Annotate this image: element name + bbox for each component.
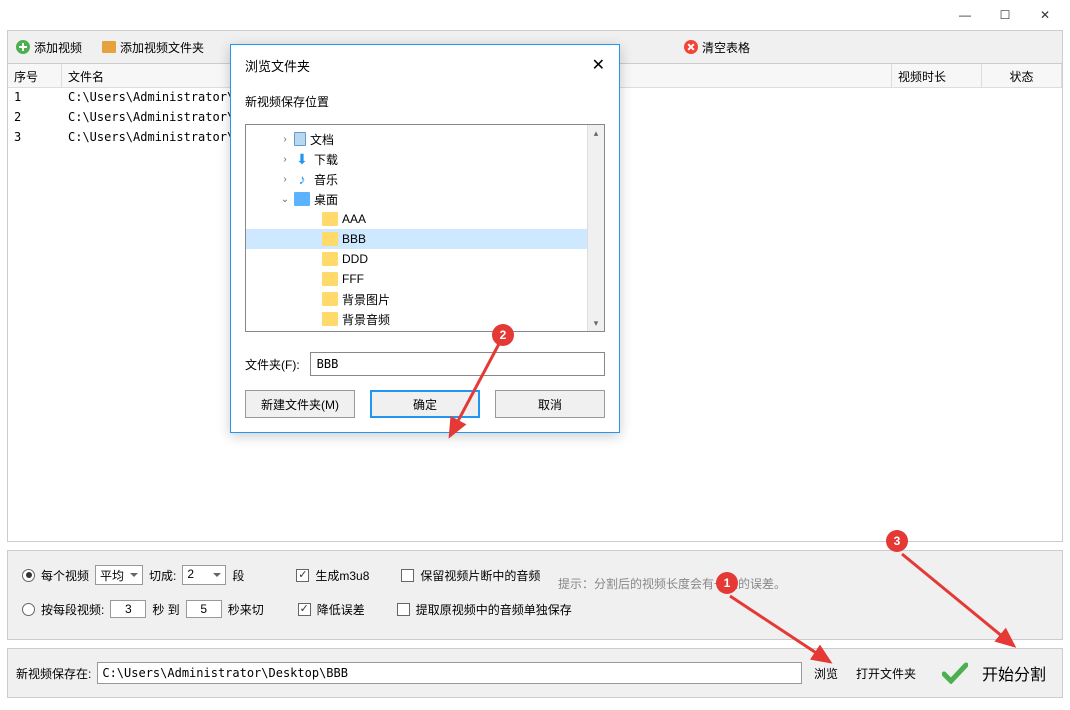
folder-icon <box>322 232 338 246</box>
new-folder-button[interactable]: 新建文件夹(M) <box>245 390 355 418</box>
segment-count-select[interactable]: 2 <box>182 565 226 585</box>
ok-button[interactable]: 确定 <box>370 390 480 418</box>
desktop-icon <box>294 192 310 206</box>
badge-3: 3 <box>886 530 908 552</box>
tree-label: DDD <box>342 252 368 266</box>
mode-every-video-radio[interactable] <box>22 569 35 582</box>
cell-index: 3 <box>8 128 62 148</box>
document-icon <box>294 132 306 146</box>
tree-item[interactable]: › ⬇下载 <box>246 149 604 169</box>
tree-item[interactable]: › 文档 <box>246 129 604 149</box>
clear-table-button[interactable]: 清空表格 <box>684 39 750 56</box>
tree-label: 文档 <box>310 131 334 148</box>
gen-m3u8-checkbox[interactable] <box>296 569 309 582</box>
label-every-video: 每个视频 <box>41 567 89 584</box>
tree-label: 背景图片 <box>342 291 390 308</box>
add-folder-button[interactable]: 添加视频文件夹 <box>102 39 204 56</box>
folder-name-input[interactable] <box>310 352 605 376</box>
open-folder-button[interactable]: 打开文件夹 <box>850 665 922 682</box>
reduce-error-checkbox[interactable] <box>298 603 311 616</box>
close-window-button[interactable]: ✕ <box>1025 1 1065 29</box>
mode-by-length-radio[interactable] <box>22 603 35 616</box>
folder-icon <box>322 312 338 326</box>
tree-toggle[interactable]: ⌄ <box>280 194 290 205</box>
hint-text: 提示：分割后的视频长度会有一定的误差。 <box>558 575 786 592</box>
tree-label: 桌面 <box>314 191 338 208</box>
label-by-length: 按每段视频: <box>41 601 104 618</box>
tree-label: AAA <box>342 212 366 226</box>
label-sec-cut: 秒来切 <box>228 601 264 618</box>
tree-label: 背景音频 <box>342 311 390 328</box>
header-duration: 视频时长 <box>892 64 982 87</box>
cell-index: 1 <box>8 88 62 108</box>
add-video-label: 添加视频 <box>34 39 82 56</box>
folder-icon <box>322 272 338 286</box>
reduce-error-label: 降低误差 <box>317 601 365 618</box>
dialog-title: 浏览文件夹 <box>245 56 310 75</box>
tree-item[interactable]: AAA <box>246 209 604 229</box>
options-panel: 每个视频 平均 切成: 2 段 生成m3u8 保留视频片断中的音频 按每段视频:… <box>7 550 1063 640</box>
folder-add-icon <box>102 41 116 53</box>
label-sec-to: 秒 到 <box>152 601 179 618</box>
tree-toggle[interactable]: › <box>280 154 290 165</box>
tree-label: FFF <box>342 272 364 286</box>
tree-toggle[interactable]: › <box>280 174 290 185</box>
folder-icon <box>322 252 338 266</box>
tree-item[interactable]: ⌄ 桌面 <box>246 189 604 209</box>
extract-audio-checkbox[interactable] <box>397 603 410 616</box>
folder-field-label: 文件夹(F): <box>245 356 300 373</box>
maximize-button[interactable]: ☐ <box>985 1 1025 29</box>
download-icon: ⬇ <box>294 151 310 168</box>
extract-audio-label: 提取原视频中的音频单独保存 <box>416 601 572 618</box>
mode-select[interactable]: 平均 <box>95 565 143 585</box>
tree-toggle[interactable]: › <box>280 134 290 145</box>
save-label: 新视频保存在: <box>16 665 91 682</box>
folder-icon <box>322 292 338 306</box>
keep-audio-label: 保留视频片断中的音频 <box>420 567 540 584</box>
tree-label: 音乐 <box>314 171 338 188</box>
save-row: 新视频保存在: 浏览 打开文件夹 开始分割 <box>7 648 1063 698</box>
clear-icon <box>684 40 698 54</box>
label-cut-into: 切成: <box>149 567 176 584</box>
tree-item[interactable]: 背景音频 <box>246 309 604 329</box>
folder-tree[interactable]: › 文档 › ⬇下载 › ♪音乐 ⌄ 桌面 AAA BBB DDD FFF 背景图片背景音频 <box>245 124 605 332</box>
minimize-button[interactable]: — <box>945 1 985 29</box>
tree-item[interactable]: › ♪音乐 <box>246 169 604 189</box>
gen-m3u8-label: 生成m3u8 <box>315 567 369 584</box>
seconds-from-input[interactable] <box>110 600 146 618</box>
save-path-input[interactable] <box>97 662 802 684</box>
header-status: 状态 <box>982 64 1062 87</box>
add-folder-label: 添加视频文件夹 <box>120 39 204 56</box>
label-segments: 段 <box>232 567 244 584</box>
cancel-button[interactable]: 取消 <box>495 390 605 418</box>
titlebar: — ☐ ✕ <box>0 0 1070 30</box>
browse-folder-dialog: 浏览文件夹 ✕ 新视频保存位置 › 文档 › ⬇下载 › ♪音乐 ⌄ 桌面 AAA BBB DDD F… <box>230 44 620 433</box>
dialog-subtitle: 新视频保存位置 <box>245 93 605 110</box>
tree-item[interactable]: BBB <box>246 229 604 249</box>
dialog-close-button[interactable]: ✕ <box>592 55 605 75</box>
seconds-to-input[interactable] <box>186 600 222 618</box>
add-video-button[interactable]: 添加视频 <box>16 39 82 56</box>
checkmark-icon <box>942 662 968 684</box>
header-index: 序号 <box>8 64 62 87</box>
clear-label: 清空表格 <box>702 39 750 56</box>
scrollbar[interactable] <box>587 125 604 331</box>
tree-label: 下载 <box>314 151 338 168</box>
cell-index: 2 <box>8 108 62 128</box>
tree-item[interactable]: FFF <box>246 269 604 289</box>
keep-audio-checkbox[interactable] <box>401 569 414 582</box>
badge-2: 2 <box>492 324 514 346</box>
badge-1: 1 <box>716 572 738 594</box>
music-icon: ♪ <box>294 171 310 187</box>
add-icon <box>16 40 30 54</box>
tree-item[interactable]: DDD <box>246 249 604 269</box>
folder-icon <box>322 212 338 226</box>
tree-item[interactable]: 背景图片 <box>246 289 604 309</box>
browse-button[interactable]: 浏览 <box>808 665 844 682</box>
tree-label: BBB <box>342 232 366 246</box>
start-split-button[interactable]: 开始分割 <box>974 661 1054 685</box>
